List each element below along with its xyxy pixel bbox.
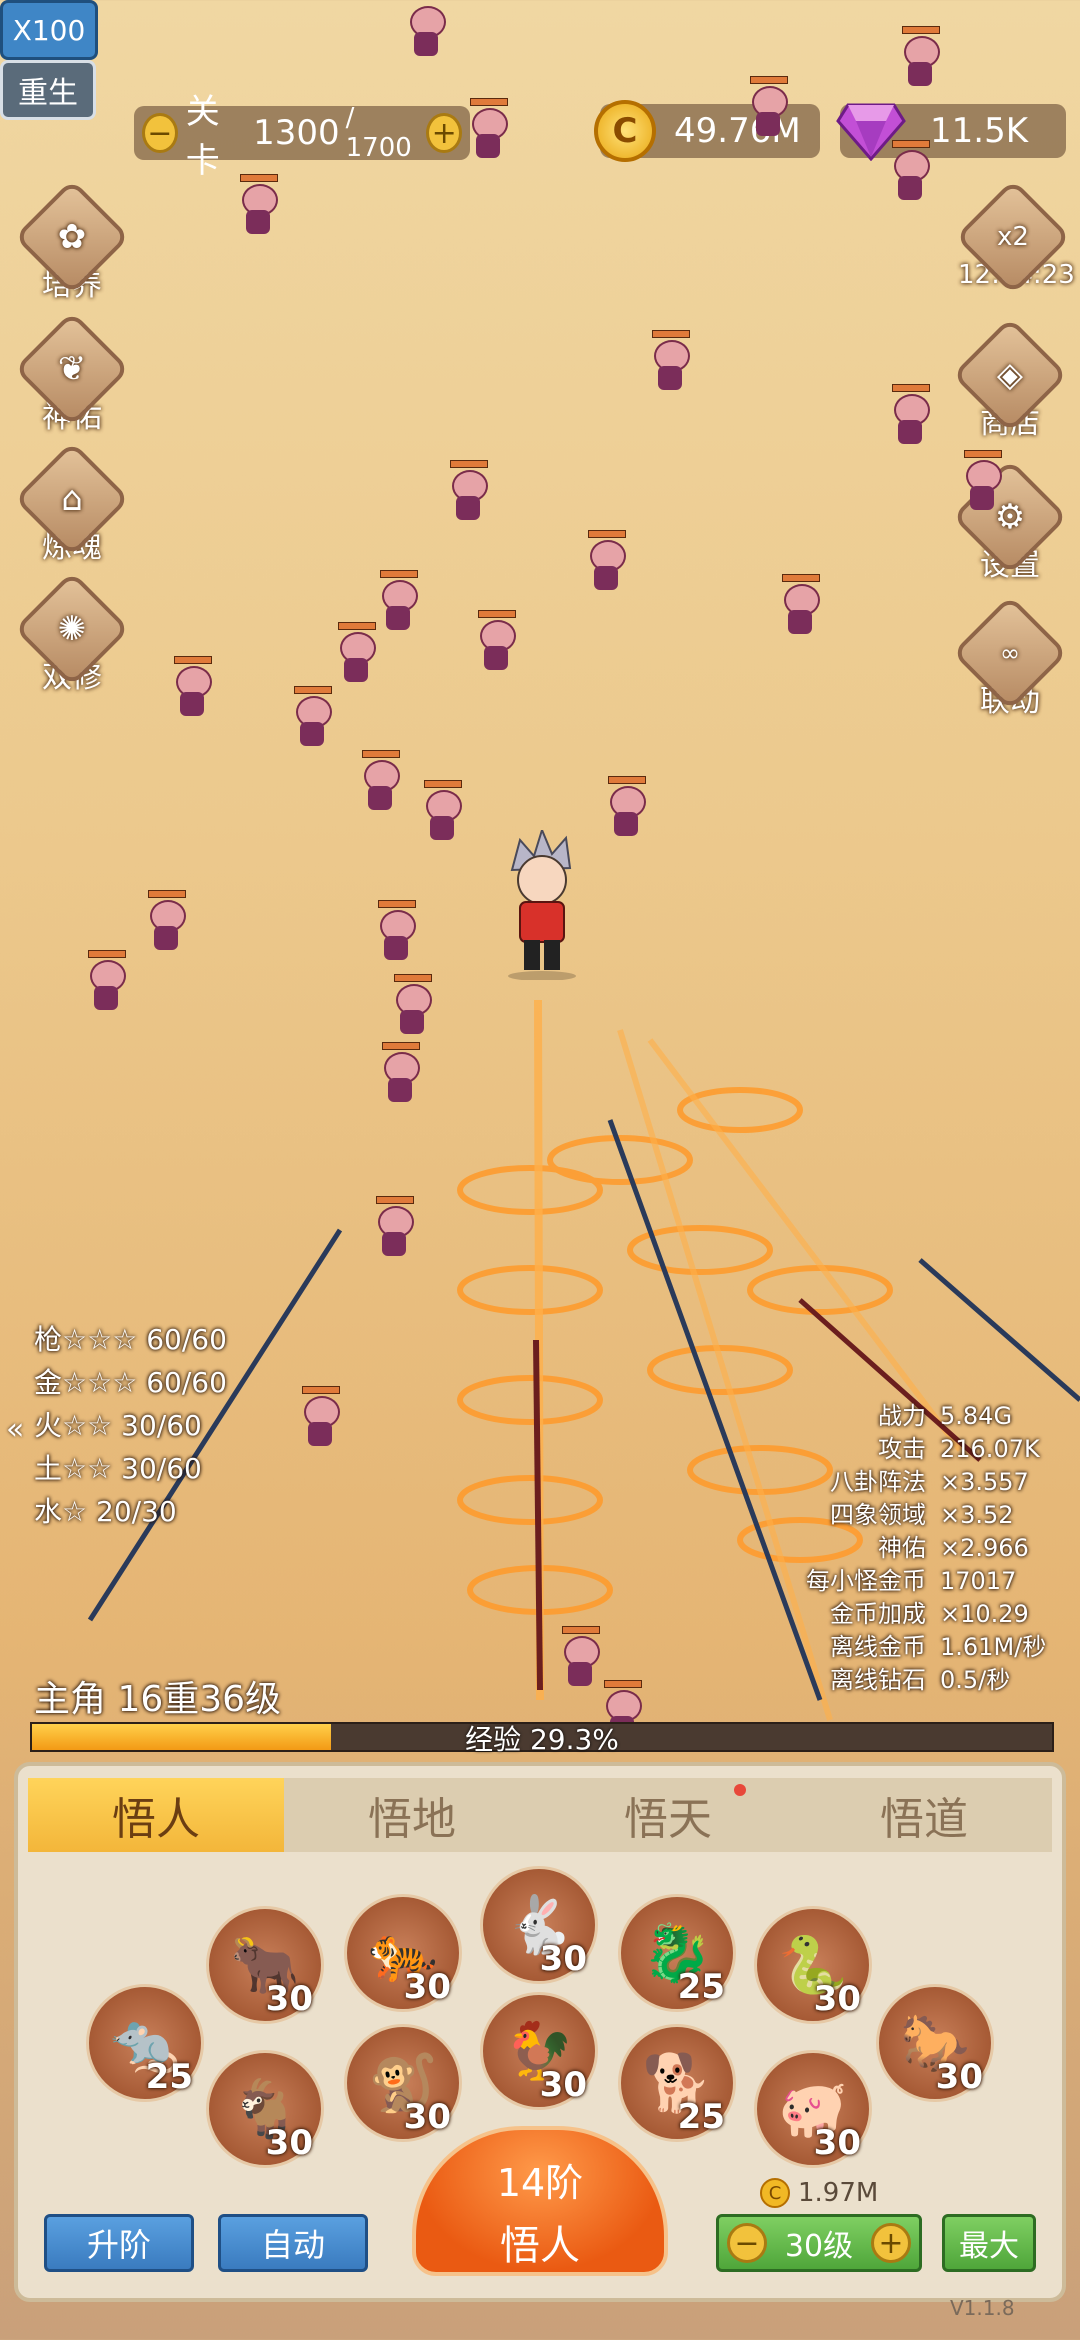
collapse-arrow-icon[interactable]: « <box>6 1412 24 1447</box>
notification-dot <box>734 1784 746 1796</box>
zodiac-monkey[interactable]: 🐒 30 <box>344 2024 462 2142</box>
tab-wutian[interactable]: 悟天 <box>540 1778 796 1852</box>
stat-row: 攻击 216.07K <box>878 1435 1040 1463</box>
zodiac-pig[interactable]: 🐖 30 <box>754 2050 872 2168</box>
stat-row: 八卦阵法 ×3.557 <box>830 1468 1029 1496</box>
combat-stats: 战力 5.84G 攻击 216.07K 八卦阵法 ×3.557 四象领域 ×3.52 神… <box>806 1400 1050 1697</box>
level-minus-button[interactable]: − <box>727 2223 767 2263</box>
stat-row: 每小怪金币 17017 <box>806 1567 1017 1595</box>
element-row: 枪☆☆☆ 60/60 <box>34 1323 227 1356</box>
tab-wuren[interactable]: 悟人 <box>28 1778 284 1852</box>
stat-row: 离线钻石 0.5/秒 <box>830 1666 1011 1694</box>
zodiac-ox[interactable]: 🐂 30 <box>206 1906 324 2024</box>
tab-wudao[interactable]: 悟道 <box>796 1778 1052 1852</box>
upgrade-cost: C 1.97M <box>760 2178 878 2208</box>
level-value: 30级 <box>784 2229 854 2264</box>
zodiac-dog[interactable]: 🐕 25 <box>618 2024 736 2142</box>
stat-row: 离线金币 1.61M/秒 <box>830 1633 1047 1661</box>
tier-level: 14阶 <box>496 2161 584 2205</box>
auto-button[interactable]: 自动 <box>218 2214 368 2272</box>
level-plus-button[interactable]: + <box>871 2223 911 2263</box>
element-stats: 枪☆☆☆ 60/60 金☆☆☆ 60/60 火☆☆ 30/60 土☆☆ 30/6… <box>34 1318 227 1533</box>
zodiac-dragon[interactable]: 🐉 25 <box>618 1894 736 2012</box>
tier-name: 悟人 <box>500 2223 580 2269</box>
hero-level: 主角 16重36级 <box>34 1679 282 1720</box>
exp-text: 经验 29.3% <box>465 1723 619 1756</box>
stat-row: 战力 5.84G <box>878 1402 1013 1430</box>
cultivation-tabs: 悟人 悟地 悟天 悟道 <box>28 1778 1052 1852</box>
upgrade-tier-button[interactable]: 升阶 <box>44 2214 194 2272</box>
hero-character <box>508 830 576 980</box>
element-row: 火☆☆ 30/60 <box>34 1409 202 1442</box>
exp-bar: 经验 29.3% <box>30 1722 1054 1756</box>
stat-row: 神佑 ×2.966 <box>878 1534 1029 1562</box>
tab-wudi[interactable]: 悟地 <box>284 1778 540 1852</box>
zodiac-rat[interactable]: 🐀 25 <box>86 1984 204 2102</box>
stat-row: 四象领域 ×3.52 <box>830 1501 1014 1529</box>
level-selector: − 30级 + <box>716 2214 922 2272</box>
zodiac-tiger[interactable]: 🐅 30 <box>344 1894 462 2012</box>
zodiac-snake[interactable]: 🐍 30 <box>754 1906 872 2024</box>
stat-row: 金币加成 ×10.29 <box>830 1600 1029 1628</box>
element-row: 金☆☆☆ 60/60 <box>34 1366 227 1399</box>
zodiac-rooster[interactable]: 🐓 30 <box>480 1992 598 2110</box>
max-button[interactable]: 最大 <box>942 2214 1036 2272</box>
element-row: 水☆ 20/30 <box>34 1495 177 1528</box>
version-label: V1.1.8 <box>950 2296 1015 2320</box>
upgrade-cost-value: 1.97M <box>798 2178 879 2208</box>
element-row: 土☆☆ 30/60 <box>34 1452 202 1485</box>
coin-icon: C <box>760 2178 790 2208</box>
zodiac-horse[interactable]: 🐎 30 <box>876 1984 994 2102</box>
zodiac-goat[interactable]: 🐐 30 <box>206 2050 324 2168</box>
zodiac-rabbit[interactable]: 🐇 30 <box>480 1866 598 1984</box>
